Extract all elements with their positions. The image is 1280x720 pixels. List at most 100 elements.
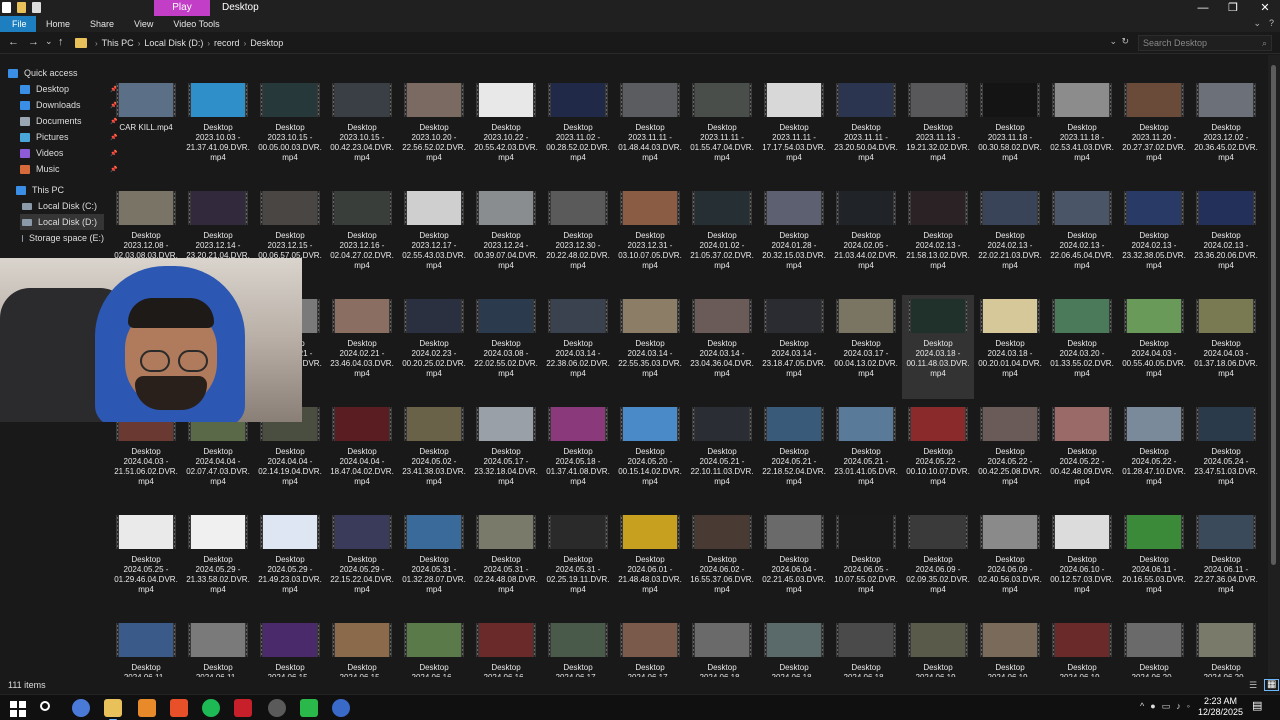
file-item[interactable]: Desktop 2024.03.17 - 00.04.13.02.DVR. mp…: [830, 295, 902, 399]
file-item[interactable]: Desktop 2024.06.11 -: [182, 619, 254, 677]
nav-this-pc[interactable]: This PC: [16, 182, 64, 198]
file-item[interactable]: Desktop 2024.05.22 - 00.10.10.07.DVR. mp…: [902, 403, 974, 507]
file-item[interactable]: Desktop 2023.10.15 - 00.05.00.03.DVR. mp…: [254, 79, 326, 183]
file-explorer-icon[interactable]: [104, 699, 122, 720]
address-dropdown-icon[interactable]: ⌄: [1109, 36, 1117, 47]
nav-quick-access[interactable]: Quick access: [8, 65, 78, 81]
file-item[interactable]: Desktop 2024.05.21 - 22.10.11.03.DVR. mp…: [686, 403, 758, 507]
search-input[interactable]: Search Desktop ⌕: [1138, 35, 1272, 51]
forward-button[interactable]: →: [28, 36, 39, 48]
breadcrumb-desktop[interactable]: Desktop: [250, 38, 283, 48]
chevron-right-icon[interactable]: ›: [95, 39, 98, 48]
scrollbar-thumb[interactable]: [1271, 65, 1276, 565]
nav-drive-2[interactable]: Storage space (E:): [20, 230, 104, 246]
volume-icon[interactable]: ♪: [1176, 701, 1181, 712]
file-item[interactable]: Desktop 2023.10.22 - 20.55.42.03.DVR. mp…: [470, 79, 542, 183]
file-item[interactable]: Desktop 2024.06.20 -: [1190, 619, 1262, 677]
nav-item-videos[interactable]: Videos 📌: [20, 145, 117, 161]
app-icon[interactable]: [2, 2, 11, 13]
address-bar[interactable]: › This PC › Local Disk (D:) › record › D…: [71, 35, 1131, 51]
file-item[interactable]: Desktop 2024.05.25 - 01.29.46.04.DVR. mp…: [110, 511, 182, 615]
file-item[interactable]: Desktop 2024.06.19 -: [902, 619, 974, 677]
file-item[interactable]: Desktop 2023.12.31 - 03.10.07.05.DVR. mp…: [614, 187, 686, 291]
file-item[interactable]: Desktop 2024.04.03 - 01.37.18.06.DVR. mp…: [1190, 295, 1262, 399]
file-item[interactable]: Desktop 2024.05.22 - 00.42.25.08.DVR. mp…: [974, 403, 1046, 507]
file-item[interactable]: Desktop 2024.06.09 - 02.40.56.03.DVR. mp…: [974, 511, 1046, 615]
file-item[interactable]: Desktop 2024.06.15 -: [326, 619, 398, 677]
file-item[interactable]: Desktop 2024.03.14 - 22.38.06.02.DVR. mp…: [542, 295, 614, 399]
file-item[interactable]: Desktop 2024.02.13 - 23.36.20.06.DVR. mp…: [1190, 187, 1262, 291]
obs-icon[interactable]: [268, 699, 286, 717]
details-view-icon[interactable]: ☰: [1249, 680, 1257, 691]
file-item[interactable]: Desktop 2023.12.30 - 20.22.48.02.DVR. mp…: [542, 187, 614, 291]
file-item[interactable]: Desktop 2024.05.22 - 01.28.47.10.DVR. mp…: [1118, 403, 1190, 507]
file-item[interactable]: Desktop 2024.01.02 - 21.05.37.02.DVR. mp…: [686, 187, 758, 291]
network-icon[interactable]: ▭: [1162, 701, 1171, 712]
file-item[interactable]: Desktop 2024.03.14 - 23.18.47.05.DVR. mp…: [758, 295, 830, 399]
file-item[interactable]: Desktop 2024.02.23 - 00.20.25.02.DVR. mp…: [398, 295, 470, 399]
file-item[interactable]: Desktop 2024.05.31 - 01.32.28.07.DVR. mp…: [398, 511, 470, 615]
file-item[interactable]: Desktop 2024.06.19 -: [1046, 619, 1118, 677]
minimize-button[interactable]: —: [1188, 0, 1218, 16]
start-icon[interactable]: [8, 699, 26, 717]
file-item[interactable]: Desktop 2024.06.16 -: [398, 619, 470, 677]
file-item[interactable]: Desktop 2024.05.17 - 23.32.18.04.DVR. mp…: [470, 403, 542, 507]
chrome-icon[interactable]: [72, 699, 90, 717]
language-icon[interactable]: ◦: [1187, 701, 1190, 712]
file-item[interactable]: Desktop 2024.01.28 - 20.32.15.03.DVR. mp…: [758, 187, 830, 291]
file-item[interactable]: Desktop 2024.06.18 -: [758, 619, 830, 677]
file-item[interactable]: Desktop 2024.05.29 - 21.49.23.03.DVR. mp…: [254, 511, 326, 615]
vertical-scrollbar[interactable]: [1268, 55, 1280, 677]
file-item[interactable]: Desktop 2023.11.18 - 00.30.58.02.DVR. mp…: [974, 79, 1046, 183]
nav-item-music[interactable]: Music 📌: [20, 161, 117, 177]
file-item[interactable]: Desktop 2024.06.04 - 02.21.45.03.DVR. mp…: [758, 511, 830, 615]
play-context-tab[interactable]: Play: [154, 0, 210, 16]
expand-ribbon-icon[interactable]: ⌄: [1253, 18, 1261, 29]
file-item[interactable]: Desktop 2024.03.18 - 00.20.01.04.DVR. mp…: [974, 295, 1046, 399]
file-item[interactable]: Desktop 2023.10.15 - 00.42.23.04.DVR. mp…: [326, 79, 398, 183]
file-item[interactable]: Desktop 2024.06.11 - 22.27.36.04.DVR. mp…: [1190, 511, 1262, 615]
tray-chevron-icon[interactable]: ^: [1140, 701, 1144, 712]
breadcrumb-this-pc[interactable]: This PC: [102, 38, 134, 48]
file-item[interactable]: Desktop 2024.05.31 - 02.24.48.08.DVR. mp…: [470, 511, 542, 615]
file-item[interactable]: Desktop 2024.05.22 - 00.42.48.09.DVR. mp…: [1046, 403, 1118, 507]
file-item[interactable]: Desktop 2023.11.11 - 01.48.44.03.DVR. mp…: [614, 79, 686, 183]
file-item[interactable]: Desktop 2024.03.18 - 00.11.48.03.DVR. mp…: [902, 295, 974, 399]
search-icon[interactable]: [38, 699, 56, 717]
tab-share[interactable]: Share: [80, 16, 124, 32]
file-item[interactable]: Desktop 2024.02.13 - 23.32.38.05.DVR. mp…: [1118, 187, 1190, 291]
file-item[interactable]: Desktop 2023.11.11 - 01.55.47.04.DVR. mp…: [686, 79, 758, 183]
clock[interactable]: 2:23 AM 12/28/2025: [1198, 696, 1243, 718]
file-item[interactable]: Desktop 2024.06.17 -: [614, 619, 686, 677]
file-item[interactable]: Desktop 2024.06.02 - 16.55.37.06.DVR. mp…: [686, 511, 758, 615]
up-button[interactable]: ↑: [58, 36, 64, 48]
file-item[interactable]: Desktop 2023.12.17 - 02.55.43.03.DVR. mp…: [398, 187, 470, 291]
file-item[interactable]: Desktop 2024.03.14 - 23.04.36.04.DVR. mp…: [686, 295, 758, 399]
microphone-icon[interactable]: ●: [1150, 701, 1155, 712]
folder-icon[interactable]: [32, 2, 41, 13]
steam-icon[interactable]: [332, 699, 350, 717]
tab-view[interactable]: View: [124, 16, 163, 32]
nav-item-pictures[interactable]: Pictures 📌: [20, 129, 117, 145]
file-item[interactable]: Desktop 2024.06.20 -: [1118, 619, 1190, 677]
file-item[interactable]: Desktop 2023.11.11 - 17.17.54.03.DVR. mp…: [758, 79, 830, 183]
file-item[interactable]: Desktop 2024.03.20 - 01.33.55.02.DVR. mp…: [1046, 295, 1118, 399]
nav-item-downloads[interactable]: Downloads 📌: [20, 97, 117, 113]
file-item[interactable]: Desktop 2023.11.18 - 02.53.41.03.DVR. mp…: [1046, 79, 1118, 183]
file-item[interactable]: Desktop 2024.02.21 - 23.46.04.03.DVR. mp…: [326, 295, 398, 399]
nav-item-desktop[interactable]: Desktop 📌: [20, 81, 117, 97]
brave-icon[interactable]: [170, 699, 188, 717]
file-item[interactable]: Desktop 2024.06.19 -: [974, 619, 1046, 677]
nav-item-documents[interactable]: Documents 📌: [20, 113, 117, 129]
file-item[interactable]: Desktop 2023.11.02 - 00.28.52.02.DVR. mp…: [542, 79, 614, 183]
file-item[interactable]: Desktop 2023.11.20 - 20.27.37.02.DVR. mp…: [1118, 79, 1190, 183]
notifications-icon[interactable]: ▤: [1252, 699, 1262, 712]
file-item[interactable]: Desktop 2024.02.05 - 21.03.44.02.DVR. mp…: [830, 187, 902, 291]
tab-video-tools[interactable]: Video Tools: [163, 16, 229, 32]
file-item[interactable]: Desktop 2024.06.11 - 20.16.55.03.DVR. mp…: [1118, 511, 1190, 615]
file-item[interactable]: Desktop 2024.06.01 - 21.48.48.03.DVR. mp…: [614, 511, 686, 615]
nav-drive-1[interactable]: Local Disk (D:): [20, 214, 104, 230]
close-button[interactable]: ✕: [1250, 0, 1280, 16]
file-item[interactable]: Desktop 2023.10.03 - 21.37.41.09.DVR. mp…: [182, 79, 254, 183]
file-item[interactable]: Desktop 2024.05.29 - 22.15.22.04.DVR. mp…: [326, 511, 398, 615]
